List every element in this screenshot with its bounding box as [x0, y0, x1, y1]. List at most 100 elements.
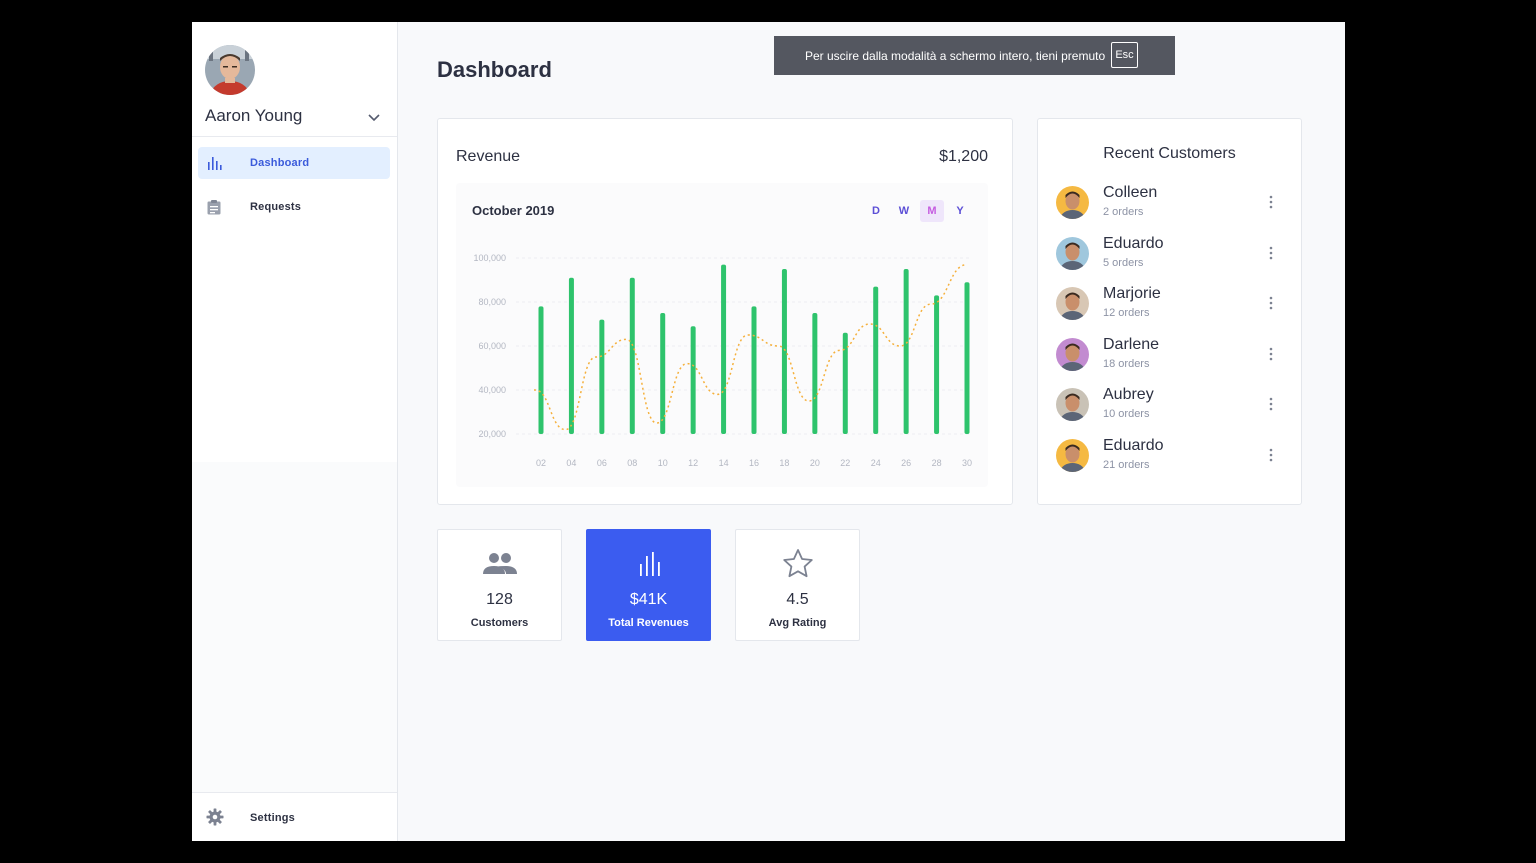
more-options-icon[interactable]	[1268, 346, 1274, 362]
sidebar-item-dashboard[interactable]: Dashboard	[198, 147, 390, 179]
clipboard-icon	[207, 200, 221, 215]
chart-bar	[690, 326, 696, 434]
customer-orders: 12 orders	[1103, 307, 1150, 319]
stat-value: 128	[486, 591, 513, 608]
y-tick-label: 60,000	[478, 341, 506, 351]
stat-total-revenues[interactable]: $41K Total Revenues	[586, 529, 711, 641]
customer-avatar	[1056, 337, 1089, 371]
gear-icon	[206, 808, 224, 826]
period-button-day[interactable]: D	[864, 200, 888, 222]
stat-label: Avg Rating	[768, 617, 827, 629]
customer-row[interactable]: Eduardo 21 orders	[1056, 437, 1284, 477]
y-tick-label: 40,000	[478, 385, 506, 395]
stat-value: $41K	[629, 591, 668, 608]
sidebar-divider	[192, 792, 397, 793]
customer-name: Eduardo	[1103, 234, 1164, 252]
x-tick-label: 08	[627, 458, 637, 468]
sidebar-item-settings[interactable]: Settings	[198, 802, 390, 832]
x-tick-label: 14	[719, 458, 729, 468]
sidebar-item-label: Requests	[250, 201, 302, 213]
x-tick-label: 24	[871, 458, 881, 468]
sidebar: Aaron Young Dashboard Requests Settings	[192, 22, 398, 841]
stat-customers[interactable]: 128 Customers	[437, 529, 562, 641]
chart-bar	[964, 282, 970, 434]
customer-avatar	[1056, 236, 1089, 270]
more-options-icon[interactable]	[1268, 295, 1274, 311]
x-tick-label: 28	[932, 458, 942, 468]
customer-name: Colleen	[1103, 184, 1158, 201]
x-tick-label: 16	[749, 458, 759, 468]
recent-customers-title: Recent Customers	[1103, 145, 1236, 162]
customer-row[interactable]: Darlene 18 orders	[1056, 336, 1284, 376]
chart-bar	[842, 332, 848, 434]
revenue-chart: 20,000 40,000 60,000 80,000 100,000 02 04 06 08 1…	[473, 253, 972, 468]
chart-bar	[934, 295, 940, 434]
toast-message: Per uscire dalla modalità a schermo inte…	[805, 49, 1106, 63]
chart-bar	[873, 286, 879, 434]
customer-name: Marjorie	[1103, 285, 1161, 302]
customer-avatar	[1056, 287, 1089, 320]
customer-orders: 10 orders	[1103, 408, 1150, 420]
more-options-icon[interactable]	[1268, 245, 1274, 261]
more-options-icon[interactable]	[1268, 447, 1274, 463]
chart-bar	[538, 306, 544, 434]
chart-trend-line	[533, 263, 968, 431]
users-icon	[483, 553, 517, 574]
revenue-chart-panel: October 2019 D W M Y 20,000 40,000 60,000 8…	[456, 183, 988, 487]
stat-value: 4.5	[786, 591, 809, 608]
customer-avatar	[1056, 186, 1089, 219]
y-tick-label: 100,000	[473, 253, 506, 263]
revenue-amount: $1,200	[939, 148, 988, 165]
period-button-month[interactable]: M	[920, 200, 944, 222]
y-tick-label: 20,000	[478, 429, 506, 439]
customer-name: Eduardo	[1103, 436, 1164, 454]
chart-bar	[812, 313, 818, 434]
stat-label: Customers	[470, 617, 529, 629]
customer-orders: 2 orders	[1103, 206, 1144, 218]
chart-bar	[721, 264, 727, 434]
x-tick-label: 18	[779, 458, 789, 468]
customer-orders: 21 orders	[1103, 458, 1150, 471]
customer-avatar	[1056, 388, 1089, 421]
sidebar-item-label: Dashboard	[250, 157, 310, 169]
chart-period-label: October 2019	[472, 203, 555, 218]
recent-customers-card: Recent Customers Colleen 2 orders Eduardo 5…	[1037, 118, 1302, 505]
chart-bar	[629, 277, 635, 434]
user-name[interactable]: Aaron Young	[205, 106, 302, 126]
chevron-down-icon[interactable]	[366, 109, 382, 125]
stat-avg-rating[interactable]: 4.5 Avg Rating	[735, 529, 860, 641]
fullscreen-toast: Per uscire dalla modalità a schermo inte…	[774, 36, 1175, 75]
user-avatar[interactable]	[205, 45, 255, 95]
revenue-card: Revenue $1,200 October 2019 D W M Y 20,0…	[437, 118, 1013, 505]
customer-name: Aubrey	[1103, 386, 1154, 403]
sidebar-background	[192, 462, 397, 792]
x-tick-label: 30	[962, 458, 972, 468]
customer-orders: 18 orders	[1103, 357, 1150, 370]
star-icon	[783, 549, 813, 578]
chart-bar	[568, 277, 574, 434]
chart-bar	[781, 269, 787, 434]
x-tick-label: 02	[536, 458, 546, 468]
y-tick-label: 80,000	[478, 297, 506, 307]
period-button-year[interactable]: Y	[948, 200, 972, 222]
sidebar-item-requests[interactable]: Requests	[198, 191, 390, 223]
more-options-icon[interactable]	[1268, 194, 1274, 210]
customer-avatar	[1056, 438, 1089, 472]
customer-row[interactable]: Colleen 2 orders	[1056, 184, 1284, 224]
x-tick-label: 26	[901, 458, 911, 468]
x-tick-label: 12	[688, 458, 698, 468]
customer-row[interactable]: Marjorie 12 orders	[1056, 285, 1284, 325]
more-options-icon[interactable]	[1268, 396, 1274, 412]
period-button-week[interactable]: W	[892, 200, 916, 222]
app-window: Aaron Young Dashboard Requests Settings …	[192, 22, 1345, 841]
bar-chart-icon	[208, 157, 222, 170]
customer-row[interactable]: Eduardo 5 orders	[1056, 235, 1284, 275]
settings-label: Settings	[250, 812, 295, 824]
stat-label: Total Revenues	[608, 617, 689, 629]
revenue-title: Revenue	[456, 148, 521, 165]
x-tick-label: 06	[597, 458, 607, 468]
customer-row[interactable]: Aubrey 10 orders	[1056, 386, 1284, 426]
x-tick-label: 10	[658, 458, 668, 468]
chart-bar	[751, 306, 757, 434]
main-content: Dashboard Per uscire dalla modalità a sc…	[398, 22, 1345, 841]
